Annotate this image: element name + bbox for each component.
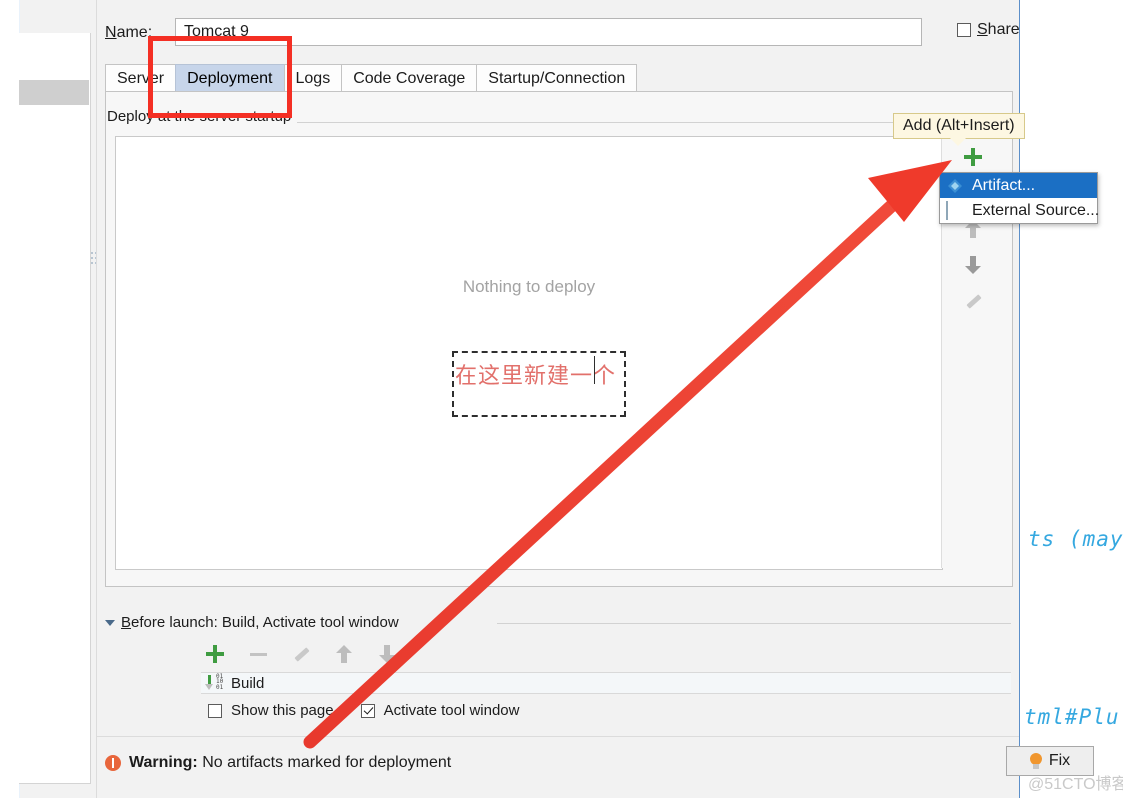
lightbulb-icon xyxy=(1029,753,1042,769)
before-launch-toolbar xyxy=(205,643,397,665)
plus-icon xyxy=(206,645,224,663)
tree-row-selected[interactable] xyxy=(19,80,89,105)
add-tooltip: Add (Alt+Insert) xyxy=(893,113,1025,146)
tab-code-coverage[interactable]: Code Coverage xyxy=(341,64,478,92)
activate-tool-window-checkbox[interactable] xyxy=(360,703,375,718)
window-left-edge xyxy=(0,0,20,798)
before-launch-separator xyxy=(497,623,1011,624)
menu-item-external-source-label: External Source... xyxy=(972,201,1100,219)
share-label-rest: hare xyxy=(987,21,1020,38)
warning-separator xyxy=(97,736,1019,737)
activate-tool-window-label: Activate tool window xyxy=(383,702,520,719)
add-dropdown-menu[interactable]: Artifact... External Source... xyxy=(939,172,1100,224)
minus-icon xyxy=(249,652,267,656)
menu-item-external-source[interactable]: External Source... xyxy=(940,198,1100,223)
name-label-accel: N xyxy=(105,24,117,41)
warning-icon xyxy=(105,755,121,771)
before-launch-list[interactable]: 01 10 01 Build xyxy=(201,672,1011,694)
build-bits: 01 10 01 xyxy=(216,673,224,691)
background-code-line-1: ts (may xyxy=(1028,527,1123,551)
run-debug-configurations-dialog: Name: Share Server Deployment Logs Code … xyxy=(96,0,1094,798)
config-tabs[interactable]: Server Deployment Logs Code Coverage Sta… xyxy=(105,64,638,92)
name-label-rest: ame: xyxy=(116,24,153,41)
share-checkbox[interactable] xyxy=(957,23,971,37)
show-this-page-checkbox[interactable] xyxy=(208,703,222,718)
run-config-tree[interactable] xyxy=(19,33,91,784)
warning-message: No artifacts marked for deployment xyxy=(202,754,452,771)
name-row: Name: Share xyxy=(105,18,1020,48)
screenshot-root: ts (may tml#Plu @51CTO博客 Name: Share xyxy=(0,0,1123,798)
tab-startup-connection[interactable]: Startup/Connection xyxy=(476,64,638,92)
deploy-group-label: Deploy at the server startup xyxy=(107,108,298,125)
arrow-down-icon xyxy=(379,645,395,663)
arrow-up-icon xyxy=(336,645,352,663)
before-launch-edit-button[interactable] xyxy=(291,643,311,665)
name-input[interactable] xyxy=(175,18,922,46)
before-launch-add-button[interactable] xyxy=(205,643,225,665)
before-launch-remove-button[interactable] xyxy=(248,643,268,665)
background-editor-strip: ts (may tml#Plu xyxy=(1018,0,1123,798)
deployment-edit-button[interactable] xyxy=(954,284,992,318)
before-launch-label: Before launch: Build, Activate tool wind… xyxy=(121,614,399,631)
background-code-line-2: tml#Plu xyxy=(1024,705,1120,729)
tab-deployment[interactable]: Deployment xyxy=(175,64,285,92)
deployment-move-down-button[interactable] xyxy=(954,248,992,282)
plus-icon xyxy=(964,148,982,166)
annotation-chinese-note: 在这里新建一个 xyxy=(455,364,617,389)
before-launch-item-label: Build xyxy=(231,674,265,692)
nothing-to-deploy-text: Nothing to deploy xyxy=(462,277,596,296)
share-label: Share xyxy=(977,21,1020,39)
build-icon: 01 10 01 xyxy=(205,673,225,691)
external-source-icon xyxy=(946,200,964,220)
annotation-text-caret xyxy=(594,356,595,384)
warning-prefix: Warning: xyxy=(129,754,198,771)
tab-server[interactable]: Server xyxy=(105,64,177,92)
left-panel xyxy=(0,0,97,798)
warning-text: Warning: No artifacts marked for deploym… xyxy=(129,754,451,772)
tab-logs[interactable]: Logs xyxy=(283,64,343,92)
before-launch-accel: B xyxy=(121,614,132,631)
share-checkbox-group[interactable]: Share xyxy=(957,21,1020,39)
arrow-down-icon xyxy=(965,256,981,274)
artifact-icon xyxy=(946,177,964,195)
before-launch-move-down-button[interactable] xyxy=(377,643,397,665)
before-launch-move-up-button[interactable] xyxy=(334,643,354,665)
share-label-accel: S xyxy=(977,21,988,38)
before-launch-options: Show this page Activate tool window xyxy=(208,702,519,719)
chevron-down-icon[interactable] xyxy=(105,619,115,626)
pencil-icon xyxy=(964,292,982,310)
name-label: Name: xyxy=(105,24,152,42)
menu-item-artifact-label: Artifact... xyxy=(972,176,1036,194)
before-launch-header[interactable]: Before launch: Build, Activate tool wind… xyxy=(105,614,399,631)
pencil-icon xyxy=(292,645,310,663)
menu-item-artifact[interactable]: Artifact... xyxy=(940,173,1097,198)
before-launch-rest: efore launch: Build, Activate tool windo… xyxy=(131,614,399,631)
show-this-page-label: Show this page xyxy=(231,702,334,719)
fix-button-label: Fix xyxy=(1048,752,1071,769)
warning-row: Warning: No artifacts marked for deploym… xyxy=(105,748,1011,778)
fix-button[interactable]: Fix xyxy=(1006,746,1094,776)
